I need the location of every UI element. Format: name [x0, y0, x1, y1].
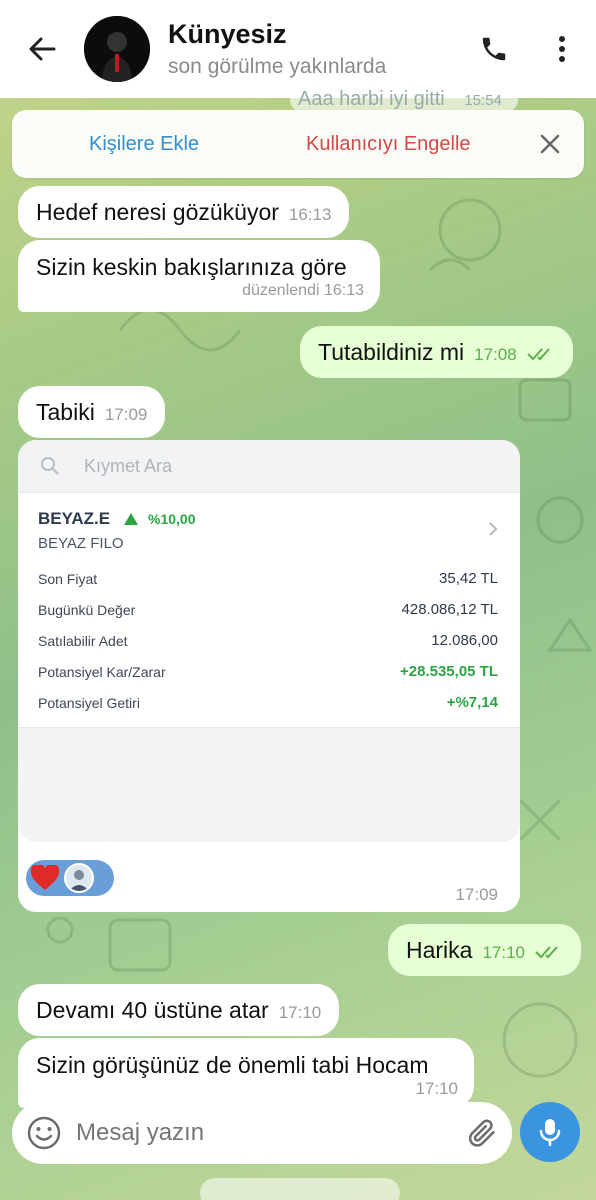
read-ticks-icon [527, 348, 550, 361]
next-message-fragment [200, 1178, 400, 1200]
stock-change: %10,00 [148, 511, 196, 527]
search-icon [41, 457, 59, 475]
more-options-button[interactable] [528, 0, 596, 98]
row-label: Bugünkü Değer [38, 602, 136, 618]
message-outgoing[interactable]: Harika 17:10 [388, 924, 582, 976]
close-icon[interactable] [536, 130, 564, 158]
message-text: Hedef neresi gözüküyor [36, 199, 279, 225]
message-incoming[interactable]: Hedef neresi gözüküyor 16:13 [18, 186, 350, 238]
heart-reaction-icon [30, 863, 60, 893]
microphone-icon [539, 1119, 561, 1147]
previous-message-time: 15:54 [464, 92, 502, 109]
message-composer [12, 1102, 512, 1164]
message-incoming[interactable]: Tabiki 17:09 [18, 386, 166, 438]
block-user-button[interactable]: Kullanıcıyı Engelle [306, 133, 471, 156]
message-reactions[interactable] [26, 860, 114, 896]
chat-header: Künyesiz son görülme yakınlarda [0, 0, 596, 98]
search-placeholder: Kıymet Ara [84, 455, 173, 476]
message-time: 16:13 [288, 205, 332, 224]
shared-screenshot[interactable]: Kıymet Ara BEYAZ.E %10,00 BEYAZ FILO Son… [18, 440, 520, 842]
smiley-icon [27, 1116, 61, 1150]
message-incoming[interactable]: Devamı 40 üstüne atar 17:10 [18, 984, 340, 1036]
row-label: Potansiyel Getiri [38, 695, 140, 711]
back-button[interactable] [0, 0, 84, 98]
contact-avatar[interactable] [84, 16, 150, 82]
message-time: 17:09 [104, 405, 148, 424]
message-outgoing[interactable]: Tutabildiniz mi 17:08 [300, 326, 574, 378]
row-label: Potansiyel Kar/Zarar [38, 664, 166, 680]
message-text: Tabiki [36, 399, 95, 425]
contact-title[interactable]: Künyesiz son görülme yakınlarda [168, 19, 460, 79]
unknown-contact-banner: Kişilere Ekle Kullanıcıyı Engelle [12, 110, 584, 178]
stock-search-row: Kıymet Ara [18, 440, 520, 492]
row-value: 428.086,12 TL [401, 601, 498, 618]
message-input[interactable] [76, 1119, 452, 1147]
reactor-avatar [64, 863, 94, 893]
arrow-left-icon [29, 37, 56, 61]
message-incoming[interactable]: Sizin görüşünüz de önemli tabi Hocam 17:… [18, 1038, 474, 1108]
attach-button[interactable] [452, 1102, 512, 1164]
message-time: düzenlendi 16:13 [242, 282, 364, 299]
stock-detail-panel: BEYAZ.E %10,00 BEYAZ FILO Son Fiyat 35,4… [18, 492, 520, 728]
row-label: Satılabilir Adet [38, 633, 128, 649]
triangle-up-icon [124, 513, 138, 525]
message-time: 17:10 [415, 1079, 458, 1098]
row-value: +%7,14 [446, 694, 498, 711]
row-value: 12.086,00 [431, 632, 498, 649]
message-text: Devamı 40 üstüne atar [36, 997, 269, 1023]
more-vertical-icon [559, 36, 565, 62]
read-ticks-icon [535, 946, 559, 959]
message-time: 17:08 [474, 345, 517, 364]
message-text: Sizin görüşünüz de önemli tabi Hocam [36, 1052, 429, 1078]
message-text: Tutabildiniz mi [318, 339, 465, 365]
row-label: Son Fiyat [38, 571, 98, 587]
paperclip-icon [468, 1119, 495, 1147]
chevron-right-icon [489, 522, 498, 536]
message-time: 17:09 [455, 885, 498, 904]
message-text: Harika [406, 937, 473, 963]
row-value: 35,42 TL [439, 570, 498, 587]
last-seen-status: son görülme yakınlarda [168, 55, 387, 78]
stock-ticker: BEYAZ.E [38, 509, 111, 528]
message-time: 17:10 [482, 943, 526, 962]
contact-name: Künyesiz [168, 19, 287, 49]
voice-record-button[interactable] [520, 1102, 580, 1162]
previous-message-fragment: Aaa harbi iyi gitti 15:54 [290, 88, 518, 112]
previous-message-text: Aaa harbi iyi gitti [298, 88, 445, 110]
call-button[interactable] [460, 0, 528, 98]
message-incoming[interactable]: Sizin keskin bakışlarınıza göre düzenlen… [18, 240, 380, 312]
message-time: 17:10 [278, 1003, 322, 1022]
emoji-button[interactable] [12, 1102, 76, 1164]
image-message[interactable]: Kıymet Ara BEYAZ.E %10,00 BEYAZ FILO Son… [18, 440, 520, 912]
stock-company: BEYAZ FILO [38, 535, 124, 552]
add-to-contacts-button[interactable]: Kişilere Ekle [89, 133, 199, 156]
row-value: +28.535,05 TL [400, 663, 498, 680]
phone-icon [482, 37, 506, 61]
